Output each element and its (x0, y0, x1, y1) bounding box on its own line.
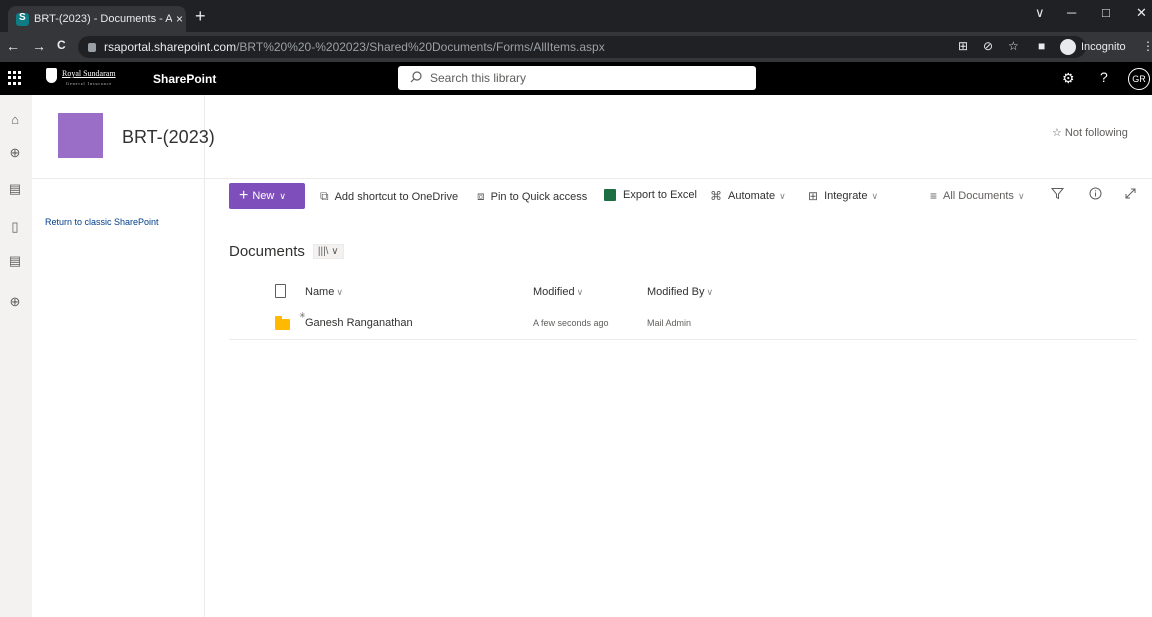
browser-toolbar: ← → C rsaportal.sharepoint.com/BRT%20%20… (0, 32, 1152, 62)
shield-logo-icon (46, 68, 57, 83)
library-title-text: Documents (229, 243, 305, 260)
forward-button[interactable]: → (32, 38, 46, 54)
filter-icon[interactable] (1050, 187, 1065, 203)
chevron-down-icon: ∨ (706, 287, 714, 297)
new-button-label: New (252, 190, 275, 202)
globe-icon[interactable]: ⊕ (7, 145, 23, 161)
qr-code-icon[interactable]: ⊞ (958, 39, 968, 53)
view-switcher[interactable]: |||\ ∨ (312, 244, 344, 259)
search-placeholder: Search this library (430, 71, 527, 85)
address-bar[interactable]: rsaportal.sharepoint.com/BRT%20%20-%2020… (78, 36, 1086, 58)
browser-tab-strip: BRT-(2023) - Documents - All Do × + ∨ ─ … (0, 0, 1152, 32)
tab-search-icon[interactable]: ∨ (1035, 5, 1045, 21)
news-icon[interactable]: ▤ (7, 181, 23, 197)
file-type-icon[interactable] (275, 284, 286, 298)
eye-off-icon[interactable]: ⊘ (983, 39, 993, 53)
chevron-down-icon: ∨ (336, 287, 343, 297)
integrate-button[interactable]: ⊞ Integrate ∨ (808, 189, 878, 203)
view-lines-icon: ≡ (930, 189, 938, 203)
maximize-button[interactable]: □ (1102, 5, 1110, 20)
user-avatar[interactable]: GR (1128, 68, 1150, 90)
suite-bar: Royal Sundaram General Insurance SharePo… (0, 62, 1152, 95)
column-headers: Name ∨ Modified ∨ Modified By ∨ (229, 282, 1137, 304)
chevron-down-icon: ∨ (1017, 190, 1025, 201)
export-label: Export to Excel (623, 189, 697, 201)
search-icon (410, 70, 422, 86)
follow-button[interactable]: ☆ Not following (1052, 126, 1128, 139)
new-tab-button[interactable]: + (195, 6, 206, 27)
column-modified-by-label: Modified By (647, 286, 705, 298)
column-header-modified[interactable]: Modified ∨ (533, 286, 583, 298)
logo-line2: General Insurance (66, 81, 113, 86)
automate-icon: ⌘ (710, 189, 722, 203)
new-button[interactable]: + New ∨ (229, 183, 305, 209)
tab-title: BRT-(2023) - Documents - All Do (34, 13, 172, 25)
incognito-icon (1060, 39, 1076, 55)
export-excel-button[interactable]: Export to Excel (604, 189, 697, 201)
table-row[interactable]: ✳ Ganesh Ranganathan A few seconds ago M… (229, 309, 1137, 340)
shortcut-icon: ⧉ (320, 189, 329, 203)
url-host: rsaportal.sharepoint.com (104, 40, 237, 54)
help-icon[interactable]: ? (1100, 69, 1108, 85)
chevron-down-icon: ∨ (779, 190, 786, 201)
chevron-down-icon: ∨ (871, 190, 879, 201)
url-path: /BRT%20%20-%202023/Shared%20Documents/Fo… (236, 40, 605, 54)
automate-label: Automate (728, 190, 776, 202)
view-selector[interactable]: ≡ All Documents ∨ (930, 189, 1025, 203)
settings-gear-icon[interactable]: ⚙ (1062, 70, 1075, 87)
info-icon[interactable] (1089, 187, 1102, 203)
browser-tab[interactable]: BRT-(2023) - Documents - All Do × (8, 6, 186, 32)
sharepoint-app-title[interactable]: SharePoint (153, 72, 216, 86)
lists-icon[interactable]: ▤ (7, 253, 23, 269)
add-shortcut-label: Add shortcut to OneDrive (334, 190, 459, 203)
chevron-down-icon: ∨ (576, 287, 584, 297)
return-to-classic-link[interactable]: Return to classic SharePoint (45, 217, 159, 227)
back-button[interactable]: ← (6, 38, 20, 54)
pin-icon: ⧈ (477, 189, 485, 203)
create-icon[interactable]: ⊕ (7, 294, 23, 310)
site-logo[interactable] (58, 113, 103, 158)
integrate-icon: ⊞ (808, 189, 819, 203)
incognito-label: Incognito (1081, 41, 1126, 53)
app-launcher-icon[interactable] (8, 71, 22, 85)
row-modified: A few seconds ago (533, 318, 609, 328)
column-header-name[interactable]: Name ∨ (305, 286, 343, 298)
app-bar: ⌂ ⊕ ▤ ▯ ▤ ⊕ (0, 95, 32, 617)
excel-icon (604, 189, 616, 201)
expand-icon[interactable] (1124, 187, 1137, 203)
view-label: All Documents (943, 190, 1014, 202)
lock-icon (88, 42, 96, 52)
column-modified-label: Modified (533, 286, 575, 298)
add-shortcut-button[interactable]: ⧉ Add shortcut to OneDrive (320, 189, 458, 204)
browser-menu-icon[interactable]: ⋮ (1142, 39, 1152, 53)
close-window-button[interactable]: ✕ (1136, 5, 1147, 21)
library-title: Documents |||\ ∨ (229, 243, 344, 260)
integrate-label: Integrate (824, 190, 868, 202)
row-name-link[interactable]: Ganesh Ranganathan (305, 317, 413, 329)
company-logo[interactable]: Royal Sundaram General Insurance (44, 67, 124, 89)
column-name-label: Name (305, 286, 335, 298)
automate-button[interactable]: ⌘ Automate ∨ (710, 189, 786, 203)
logo-line1: Royal Sundaram (62, 69, 116, 78)
minimize-button[interactable]: ─ (1067, 5, 1076, 20)
pin-label: Pin to Quick access (490, 190, 588, 203)
chevron-down-icon: ∨ (279, 190, 286, 201)
incognito-indicator[interactable]: Incognito (1060, 37, 1126, 57)
sharepoint-favicon-icon (16, 12, 29, 26)
search-box[interactable]: Search this library (398, 66, 756, 90)
files-icon[interactable]: ▯ (7, 219, 23, 235)
left-navigation: Return to classic SharePoint (32, 95, 205, 617)
plus-icon: + (239, 187, 249, 204)
tab-close-icon[interactable]: × (176, 12, 183, 26)
column-header-modified-by[interactable]: Modified By ∨ (647, 286, 713, 298)
home-icon[interactable]: ⌂ (7, 112, 23, 128)
folder-icon (275, 316, 290, 330)
side-panel-icon[interactable]: ■ (1038, 39, 1045, 53)
bookmark-star-icon[interactable]: ☆ (1008, 39, 1019, 53)
reload-button[interactable]: C (57, 38, 66, 52)
site-title[interactable]: BRT-(2023) (122, 127, 215, 148)
pin-quick-access-button[interactable]: ⧈ Pin to Quick access (477, 189, 587, 204)
header-divider (32, 178, 1152, 179)
row-modified-by[interactable]: Mail Admin (647, 318, 691, 328)
